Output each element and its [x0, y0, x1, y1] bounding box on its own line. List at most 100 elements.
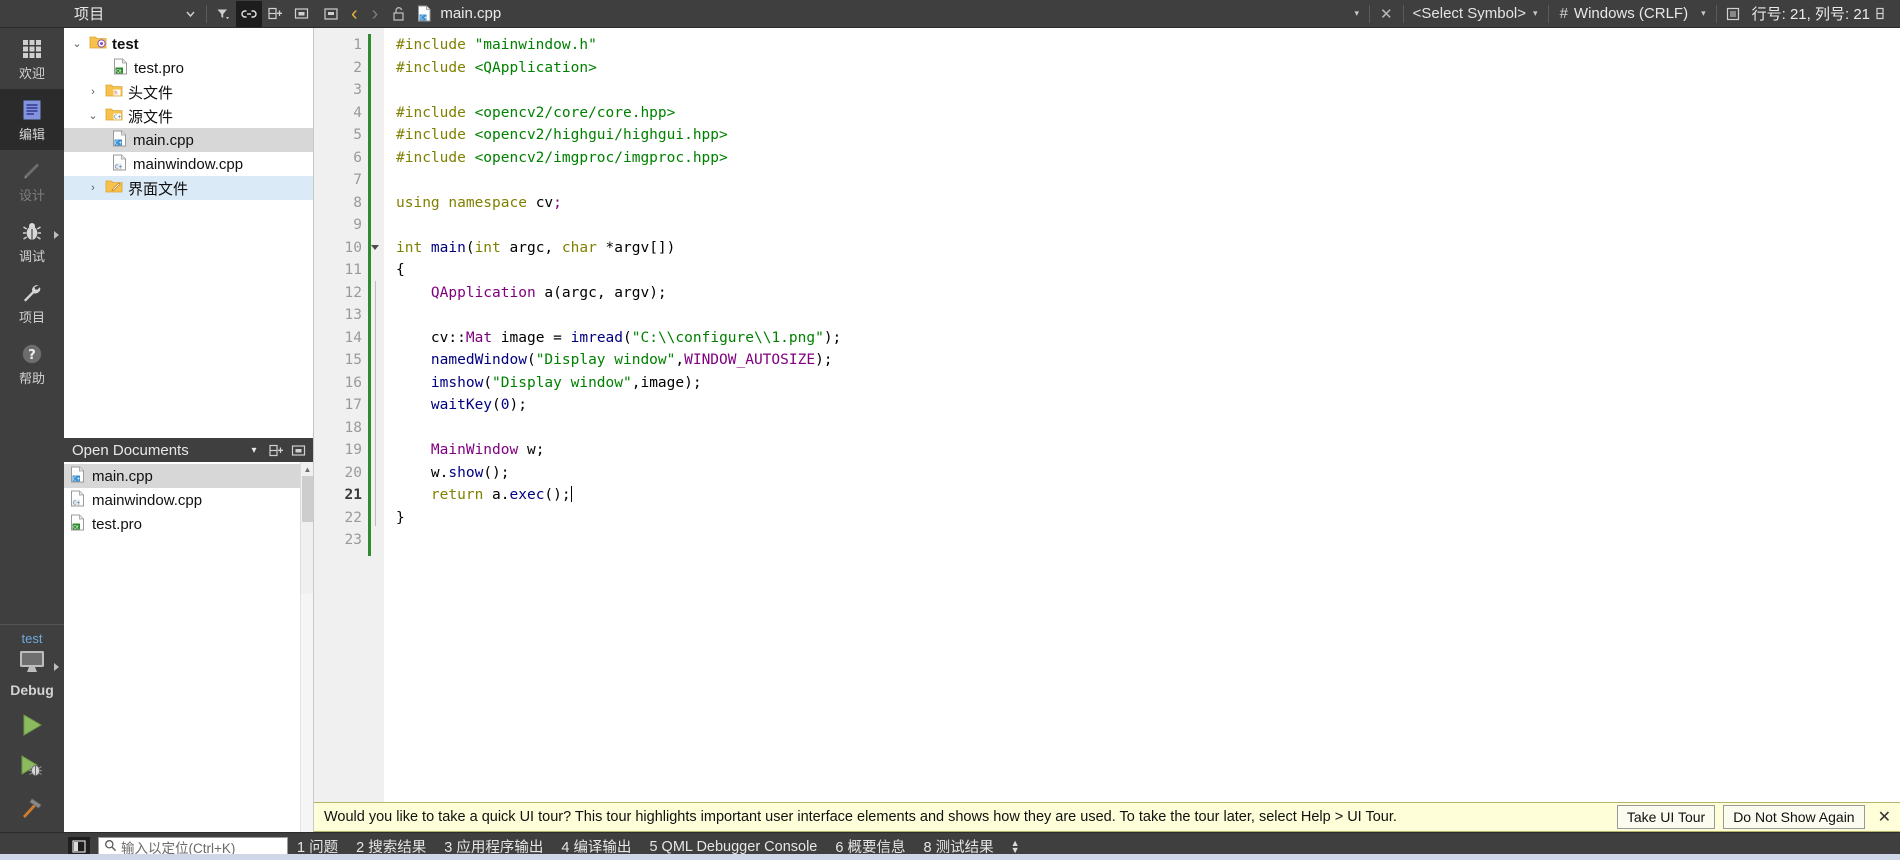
current-file-name[interactable]: main.cpp	[440, 5, 501, 22]
code-text[interactable]: #include "mainwindow.h" #include <QApplic…	[384, 28, 1900, 802]
code-line[interactable]: #include <opencv2/imgproc/imgproc.hpp>	[396, 147, 1900, 170]
chevron-down-icon[interactable]	[177, 1, 203, 27]
code-line[interactable]: w.show();	[396, 462, 1900, 485]
mode-label-edit: 编辑	[18, 127, 45, 142]
close-icon[interactable]: ✕	[1873, 807, 1896, 827]
tree-row-test-pro[interactable]: Qt test.pro	[64, 56, 313, 80]
scroll-up-icon[interactable]: ▲	[301, 462, 313, 476]
close-split-icon[interactable]	[288, 1, 314, 27]
fold-marker[interactable]	[368, 237, 384, 260]
code-line[interactable]: cv::Mat image = imread("C:\\configure\\1…	[396, 327, 1900, 350]
editor-split-toggle-icon[interactable]	[318, 1, 344, 27]
project-tree[interactable]: ⌄ test Qt test.pro › h 头文件 ⌄ C+ 源文件 C+ m…	[64, 28, 313, 438]
code-line[interactable]	[396, 169, 1900, 192]
split-add-icon[interactable]	[262, 1, 288, 27]
chevron-down-icon[interactable]: ⌄	[86, 110, 100, 122]
sidebar-item-welcome[interactable]: 欢迎	[0, 28, 64, 89]
wrench-icon	[20, 281, 44, 309]
code-line[interactable]: using namespace cv;	[396, 192, 1900, 215]
sidebar-item-edit[interactable]: 编辑	[0, 89, 64, 150]
code-editor[interactable]: 1 2 3 4 5 6 7 8 9 10 11 12 13 14 15 16 17 18 19 20 21 22 23 #i…	[314, 28, 1900, 802]
code-line[interactable]: #include "mainwindow.h"	[396, 34, 1900, 57]
symbol-selector[interactable]: <Select Symbol>	[1407, 5, 1526, 22]
open-document-item[interactable]: C+ mainwindow.cpp	[64, 488, 313, 512]
run-button[interactable]	[15, 710, 49, 740]
tree-row-sources[interactable]: ⌄ C+ 源文件	[64, 104, 313, 128]
code-line[interactable]: {	[396, 259, 1900, 282]
code-line[interactable]	[396, 214, 1900, 237]
tree-row-test[interactable]: ⌄ test	[64, 32, 313, 56]
code-line[interactable]: #include <QApplication>	[396, 57, 1900, 80]
tree-row-headers[interactable]: › h 头文件	[64, 80, 313, 104]
pane-updown-icon[interactable]: ▲ ▼	[1003, 838, 1028, 854]
sidebar-item-projects[interactable]: 项目	[0, 272, 64, 333]
code-token: return	[430, 487, 493, 503]
line-ending-selector[interactable]: Windows (CRLF)	[1568, 5, 1694, 22]
code-line[interactable]: MainWindow w;	[396, 439, 1900, 462]
code-line[interactable]: int main(int argc, char *argv[])	[396, 237, 1900, 260]
code-line[interactable]	[396, 417, 1900, 440]
scrollbar-thumb[interactable]	[302, 476, 313, 522]
file-dropdown-icon[interactable]: ▾	[1348, 8, 1367, 19]
unlock-icon[interactable]	[385, 1, 411, 27]
code-line[interactable]: waitKey(0);	[396, 394, 1900, 417]
code-line[interactable]: return a.exec();	[396, 484, 1900, 507]
tree-label: mainwindow.cpp	[133, 155, 244, 173]
code-line[interactable]: }	[396, 507, 1900, 530]
split-editor-icon[interactable]	[1870, 1, 1896, 27]
chevron-down-icon[interactable]	[371, 244, 379, 250]
code-line[interactable]: #include <opencv2/core/core.hpp>	[396, 102, 1900, 125]
navigate-back-icon[interactable]: ‹	[344, 4, 365, 24]
do-not-show-again-button[interactable]: Do Not Show Again	[1723, 805, 1865, 829]
sidebar-item-debug[interactable]: 调试	[0, 211, 64, 272]
fold-slot	[368, 57, 384, 80]
code-token: argc	[509, 239, 545, 256]
code-line[interactable]: namedWindow("Display window",WINDOW_AUTO…	[396, 349, 1900, 372]
debug-button[interactable]	[15, 751, 49, 781]
fold-slot	[368, 327, 384, 350]
debug-arrow-icon[interactable]	[54, 231, 59, 239]
filter-icon[interactable]	[210, 1, 236, 27]
close-split-icon[interactable]	[287, 440, 309, 460]
open-document-item[interactable]: C+ main.cpp	[64, 464, 313, 488]
navigate-forward-icon[interactable]: ›	[365, 4, 386, 24]
chevron-down-icon[interactable]: ▾	[243, 440, 265, 460]
code-line[interactable]	[396, 304, 1900, 327]
tree-row-forms[interactable]: › 界面文件	[64, 176, 313, 200]
encoding-dropdown-icon[interactable]: ▾	[1526, 8, 1545, 19]
sidebar-item-help[interactable]: ? 帮助	[0, 333, 64, 394]
monitor-icon	[16, 649, 48, 679]
code-line[interactable]: imshow("Display window",image);	[396, 372, 1900, 395]
code-line[interactable]	[396, 79, 1900, 102]
sidebar-item-design[interactable]: 设计	[0, 150, 64, 211]
link-with-editor-icon[interactable]	[236, 0, 262, 27]
kit-arrow-icon[interactable]	[54, 663, 59, 671]
tree-label: main.cpp	[133, 131, 194, 149]
fold-column[interactable]	[368, 28, 384, 802]
fold-slot	[368, 124, 384, 147]
sidebar-scrollbar[interactable]	[300, 594, 313, 832]
chevron-right-icon[interactable]: ›	[86, 182, 100, 194]
chevron-down-icon[interactable]: ⌄	[70, 38, 84, 50]
line-ending-caret-icon[interactable]: ▾	[1694, 8, 1713, 19]
line-column-indicator[interactable]: 行号: 21, 列号: 21	[1746, 3, 1870, 24]
open-documents-list[interactable]: C+ main.cpp C+ mainwindow.cpp Qt test.pr…	[64, 462, 313, 594]
code-line[interactable]: QApplication a(argc, argv);	[396, 282, 1900, 305]
svg-text:Qt: Qt	[116, 68, 122, 74]
take-ui-tour-button[interactable]: Take UI Tour	[1616, 805, 1716, 829]
split-add-icon[interactable]	[265, 440, 287, 460]
close-file-icon[interactable]: ✕	[1373, 5, 1400, 23]
build-button[interactable]	[15, 792, 49, 822]
pencil-icon	[20, 159, 44, 187]
kit-selector[interactable]: test Debug	[0, 624, 64, 702]
open-documents-scrollbar[interactable]: ▲	[300, 462, 313, 594]
tree-row-main-cpp[interactable]: C+ main.cpp	[64, 128, 313, 152]
open-document-item[interactable]: Qt test.pro	[64, 512, 313, 536]
code-line[interactable]: #include <opencv2/highgui/highgui.hpp>	[396, 124, 1900, 147]
tree-row-mainwindow-cpp[interactable]: C+ mainwindow.cpp	[64, 152, 313, 176]
pane-button-qml-debugger-console[interactable]: 5 QML Debugger Console	[640, 839, 826, 855]
chevron-right-icon[interactable]: ›	[86, 86, 100, 98]
line-number: 8	[353, 194, 362, 211]
code-line[interactable]	[396, 529, 1900, 552]
